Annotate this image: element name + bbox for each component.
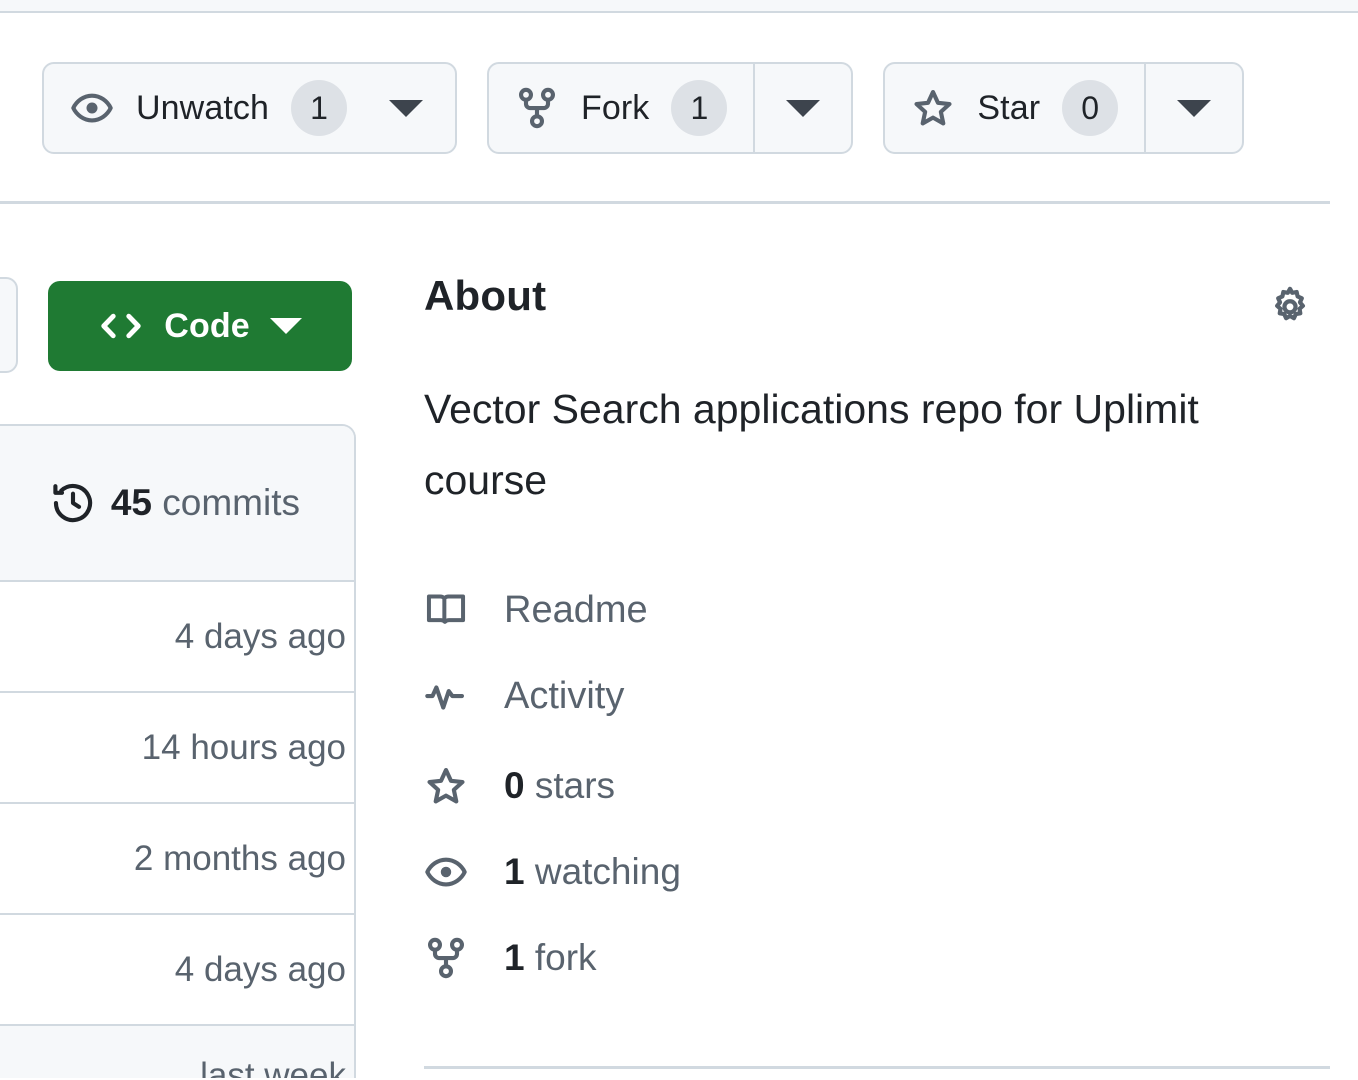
table-row[interactable]: 4 days ago	[0, 582, 354, 693]
row-timestamp: last week	[200, 1056, 346, 1078]
watching-label: watching	[535, 851, 681, 892]
watching-stat[interactable]: 1 watching	[424, 829, 1324, 915]
forks-stat[interactable]: 1 fork	[424, 915, 1324, 1001]
forks-count: 1	[504, 937, 525, 978]
forks-stat-text: 1 fork	[504, 937, 597, 979]
star-label: Star	[977, 89, 1040, 128]
fork-count: 1	[671, 80, 727, 136]
star-dropdown-button[interactable]	[1146, 64, 1242, 152]
chevron-down-icon[interactable]	[389, 100, 423, 117]
code-button[interactable]: Code	[48, 281, 352, 371]
row-timestamp: 4 days ago	[175, 950, 346, 990]
top-strip	[0, 0, 1358, 13]
repo-forked-icon	[424, 936, 468, 980]
row-timestamp: 2 months ago	[134, 839, 346, 879]
watching-stat-text: 1 watching	[504, 851, 681, 893]
forks-label: fork	[535, 937, 597, 978]
star-count: 0	[1062, 80, 1118, 136]
book-icon	[424, 588, 468, 632]
stars-stat-text: 0 stars	[504, 765, 615, 807]
eye-icon	[70, 86, 114, 130]
stars-stat[interactable]: 0 stars	[424, 743, 1324, 829]
file-list-table: 45 commits 4 days ago 14 hours ago 2 mon…	[0, 424, 356, 1078]
chevron-down-icon	[1177, 100, 1211, 117]
repo-actions-row: Unwatch 1 Fork 1	[42, 62, 1244, 154]
stars-label: stars	[535, 765, 615, 806]
about-title: About	[424, 272, 546, 320]
row-timestamp: 4 days ago	[175, 617, 346, 657]
eye-icon	[424, 850, 468, 894]
readme-label: Readme	[504, 589, 648, 632]
table-row[interactable]: 4 days ago	[0, 915, 354, 1026]
pulse-icon	[424, 674, 468, 718]
table-row[interactable]: last week	[0, 1026, 354, 1078]
stars-count: 0	[504, 765, 525, 806]
activity-label: Activity	[504, 675, 624, 718]
history-icon	[51, 481, 95, 525]
watching-count: 1	[504, 851, 525, 892]
about-description: Vector Search applications repo for Upli…	[424, 374, 1214, 515]
table-row[interactable]: 2 months ago	[0, 804, 354, 915]
fork-dropdown-button[interactable]	[755, 64, 851, 152]
header-divider	[0, 201, 1330, 204]
repo-page: Unwatch 1 Fork 1	[0, 0, 1358, 1080]
about-links: Readme Activity	[424, 567, 1324, 739]
fork-label: Fork	[581, 89, 649, 128]
chevron-down-icon	[270, 318, 302, 334]
commits-count: 45	[111, 482, 152, 523]
activity-link[interactable]: Activity	[424, 653, 1324, 739]
commits-summary-row[interactable]: 45 commits	[0, 426, 354, 582]
star-icon	[911, 86, 955, 130]
star-icon	[424, 764, 468, 808]
commits-label: commits	[162, 482, 300, 523]
readme-link[interactable]: Readme	[424, 567, 1324, 653]
commits-count-text: 45 commits	[111, 482, 300, 524]
unwatch-label: Unwatch	[136, 89, 269, 128]
star-button[interactable]: Star 0	[883, 62, 1244, 154]
about-divider	[424, 1066, 1330, 1069]
about-stats: 0 stars 1 watching	[424, 743, 1324, 1001]
go-to-file-button[interactable]	[0, 277, 18, 373]
code-icon	[98, 303, 144, 349]
about-header: About	[424, 272, 1324, 332]
unwatch-button[interactable]: Unwatch 1	[42, 62, 457, 154]
watch-count: 1	[291, 80, 347, 136]
table-row[interactable]: 14 hours ago	[0, 693, 354, 804]
code-button-label: Code	[164, 307, 249, 346]
row-timestamp: 14 hours ago	[142, 728, 346, 768]
repo-forked-icon	[515, 86, 559, 130]
fork-button[interactable]: Fork 1	[487, 62, 853, 154]
chevron-down-icon	[786, 100, 820, 117]
gear-icon[interactable]	[1266, 284, 1314, 332]
about-section: About Vector Search applications repo fo…	[424, 272, 1324, 1001]
